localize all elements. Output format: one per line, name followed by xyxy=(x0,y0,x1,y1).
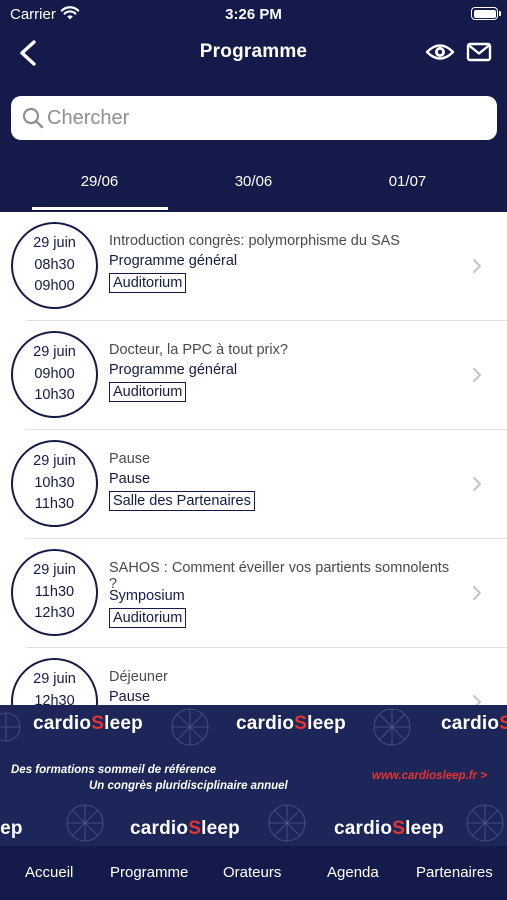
tab-day-1[interactable]: 29/06 xyxy=(32,173,167,190)
banner-tagline-2: Un congrès pluridisciplinaire annuel xyxy=(89,780,288,792)
session-row[interactable]: 29 juin 08h30 09h00 Introduction congrès… xyxy=(0,212,507,321)
chevron-right-icon xyxy=(473,477,481,491)
session-category: Programme général xyxy=(109,362,238,378)
session-time-badge: 29 juin 11h30 12h30 xyxy=(11,549,98,636)
battery-icon xyxy=(471,7,501,20)
tab-orateurs[interactable]: Orateurs xyxy=(223,864,281,881)
eye-icon[interactable] xyxy=(425,40,455,64)
search-bar[interactable] xyxy=(11,96,497,140)
session-category: Programme général xyxy=(109,253,238,269)
session-date: 29 juin xyxy=(33,344,76,360)
tab-accueil[interactable]: Accueil xyxy=(25,864,73,881)
banner-logo: cardioSleep xyxy=(236,713,346,734)
session-time-badge: 29 juin 08h30 09h00 xyxy=(11,222,98,309)
banner-logo: cardioSleep xyxy=(33,713,143,734)
status-bar: Carrier 3:26 PM xyxy=(0,0,507,28)
tab-programme[interactable]: Programme xyxy=(110,864,188,881)
session-time-badge: 29 juin 10h30 11h30 xyxy=(11,440,98,527)
tab-partenaires[interactable]: Partenaires xyxy=(416,864,493,881)
session-room: Salle des Partenaires xyxy=(109,491,255,511)
session-end: 10h30 xyxy=(34,387,75,403)
session-title: Déjeuner xyxy=(109,669,168,685)
session-end: 12h30 xyxy=(34,605,75,621)
selected-tab-indicator xyxy=(32,207,168,210)
session-start: 11h30 xyxy=(34,584,75,600)
session-title: Pause xyxy=(109,451,151,467)
tab-day-2[interactable]: 30/06 xyxy=(186,173,321,190)
session-start: 08h30 xyxy=(34,257,75,273)
session-row[interactable]: 29 juin 12h30 Déjeuner Pause xyxy=(0,648,507,705)
back-chevron-icon[interactable] xyxy=(14,37,44,69)
bottom-tab-bar: Accueil Programme Orateurs Agenda Parten… xyxy=(0,846,507,900)
session-category: Pause xyxy=(109,471,151,487)
session-room: Auditorium xyxy=(109,273,187,293)
session-date: 29 juin xyxy=(33,235,76,251)
session-list[interactable]: 29 juin 08h30 09h00 Introduction congrès… xyxy=(0,212,507,705)
session-start: 09h00 xyxy=(34,366,75,382)
banner-logo: cardioSleep xyxy=(441,713,507,734)
session-room: Auditorium xyxy=(109,608,187,628)
session-category: Symposium xyxy=(109,588,185,604)
session-time-badge: 29 juin 12h30 xyxy=(11,658,98,705)
session-category: Pause xyxy=(109,689,151,705)
session-date: 29 juin xyxy=(33,453,76,469)
session-time-badge: 29 juin 09h00 10h30 xyxy=(11,331,98,418)
chevron-right-icon xyxy=(473,259,481,273)
session-start: 10h30 xyxy=(34,475,75,491)
status-time: 3:26 PM xyxy=(225,6,282,23)
session-end: 09h00 xyxy=(34,278,75,294)
banner-logo: Sleep xyxy=(0,818,23,839)
banner-tagline-1: Des formations sommeil de référence xyxy=(11,764,217,776)
banner-link[interactable]: www.cardiosleep.fr > xyxy=(372,770,487,782)
session-end: 11h30 xyxy=(34,496,75,512)
banner-logo: cardioSleep xyxy=(334,818,444,839)
tab-day-3[interactable]: 01/07 xyxy=(340,173,475,190)
session-row[interactable]: 29 juin 11h30 12h30 SAHOS : Comment évei… xyxy=(0,539,507,648)
session-date: 29 juin xyxy=(33,671,76,687)
chevron-right-icon xyxy=(473,586,481,600)
session-date: 29 juin xyxy=(33,562,76,578)
chevron-right-icon xyxy=(473,368,481,382)
session-start: 12h30 xyxy=(34,693,75,705)
session-title: Docteur, la PPC à tout prix? xyxy=(109,342,288,358)
header: Carrier 3:26 PM Programme 29/06 30/06 01… xyxy=(0,0,507,212)
day-tabs: 29/06 30/06 01/07 xyxy=(0,162,507,212)
search-input[interactable] xyxy=(47,96,487,140)
session-row[interactable]: 29 juin 10h30 11h30 Pause Pause Salle de… xyxy=(0,430,507,539)
promo-banner[interactable]: cardioSleep cardioSleep cardioSleep Des … xyxy=(0,705,507,846)
session-title: Introduction congrès: polymorphisme du S… xyxy=(109,233,400,249)
tab-agenda[interactable]: Agenda xyxy=(327,864,379,881)
mail-icon[interactable] xyxy=(466,41,492,63)
banner-logo: cardioSleep xyxy=(130,818,240,839)
chevron-right-icon xyxy=(473,695,481,705)
search-icon xyxy=(22,107,44,129)
session-row[interactable]: 29 juin 09h00 10h30 Docteur, la PPC à to… xyxy=(0,321,507,430)
session-room: Auditorium xyxy=(109,382,187,402)
